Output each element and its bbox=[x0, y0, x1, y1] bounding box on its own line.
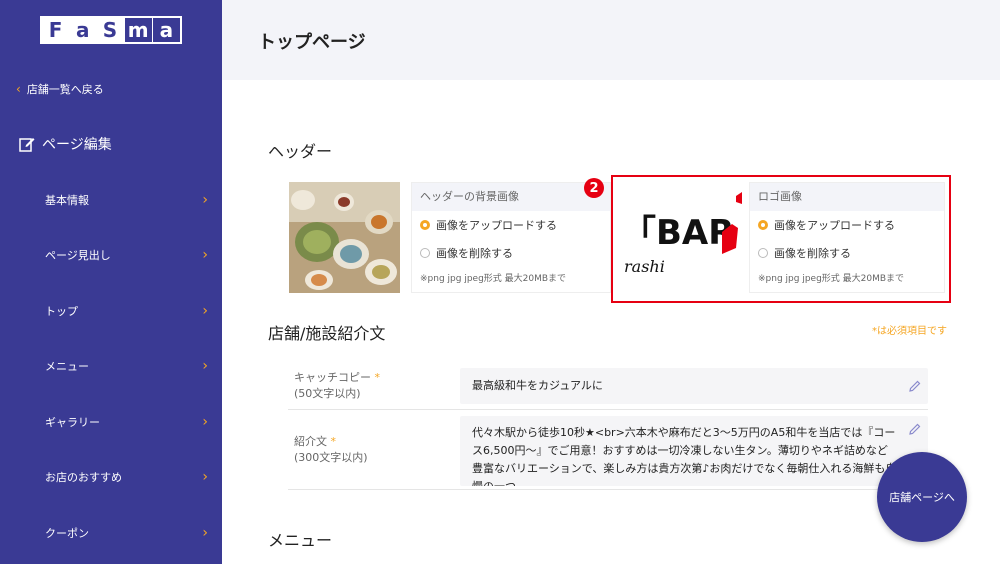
catchcopy-limit: (50文字以内) bbox=[294, 387, 361, 400]
intro-label-group: 紹介文 * (300文字以内) bbox=[294, 434, 368, 466]
pencil-icon[interactable] bbox=[908, 422, 922, 436]
bar-logo-image: 「BAR rashi bbox=[622, 192, 742, 276]
logo-thumbnail: 「BAR rashi bbox=[618, 182, 747, 293]
sidebar-item-label: トップ bbox=[45, 304, 78, 318]
catchcopy-value: 最高級和牛をカジュアルに bbox=[472, 379, 603, 392]
required-note: *は必須項目です bbox=[872, 326, 947, 337]
upload-image-label: 画像をアップロードする bbox=[436, 219, 557, 232]
logo-panel: ロゴ画像 画像をアップロードする 画像を削除する ※png jpg jpeg形式… bbox=[749, 182, 945, 293]
top-bar: トップページ bbox=[222, 0, 1000, 80]
chevron-right-icon: › bbox=[202, 358, 208, 375]
sidebar-item-gallery[interactable]: ギャラリー › bbox=[0, 394, 222, 450]
food-image bbox=[289, 182, 400, 293]
logo-letter: m bbox=[123, 18, 152, 42]
fasma-logo[interactable]: F a S m a bbox=[40, 16, 182, 44]
delete-image-radio[interactable]: 画像を削除する bbox=[412, 239, 610, 267]
sidebar-item-label: お店のおすすめ bbox=[45, 471, 122, 485]
header-section-title: ヘッダー bbox=[268, 142, 333, 161]
chevron-left-icon: ‹ bbox=[16, 82, 21, 96]
header-bg-panel: ヘッダーの背景画像 画像をアップロードする 画像を削除する ※png jpg j… bbox=[411, 182, 611, 293]
sidebar-item-recommend[interactable]: お店のおすすめ › bbox=[0, 450, 222, 506]
chevron-right-icon: › bbox=[202, 469, 208, 486]
logo-letter: S bbox=[96, 18, 124, 42]
store-page-button-label: 店舗ページへ bbox=[889, 491, 955, 504]
chevron-right-icon: › bbox=[202, 413, 208, 430]
catchcopy-label-group: キャッチコピー * (50文字以内) bbox=[294, 370, 380, 402]
pencil-icon[interactable] bbox=[908, 379, 922, 393]
store-section-title: 店舗/施設紹介文 bbox=[268, 324, 386, 343]
logo-letter: a bbox=[69, 18, 97, 42]
logo-main-text: 「BAR bbox=[622, 213, 734, 253]
logo-upload-radio[interactable]: 画像をアップロードする bbox=[750, 211, 944, 239]
intro-limit: (300文字以内) bbox=[294, 451, 368, 464]
file-format-note: ※png jpg jpeg形式 最大20MBまで bbox=[420, 274, 567, 284]
logo-delete-label: 画像を削除する bbox=[774, 247, 851, 260]
logo-letter: a bbox=[151, 18, 180, 42]
catchcopy-label: キャッチコピー bbox=[294, 371, 371, 384]
intro-row: 紹介文 * (300文字以内) 代々木駅から徒歩10秒★<br>六本木や麻布だと… bbox=[288, 412, 928, 490]
sidebar-item-label: クーポン bbox=[45, 526, 89, 540]
step-badge: 2 bbox=[584, 178, 604, 198]
sidebar-item-page-heading[interactable]: ページ見出し › bbox=[0, 228, 222, 284]
page-edit-heading: ページ編集 bbox=[18, 134, 112, 154]
sidebar-item-label: ギャラリー bbox=[45, 415, 100, 429]
chevron-right-icon: › bbox=[202, 191, 208, 208]
sidebar-nav: 基本情報 › ページ見出し › トップ › メニュー › ギャラリー › お店の… bbox=[0, 172, 222, 561]
logo-letter: F bbox=[42, 18, 70, 42]
required-star: * bbox=[330, 435, 337, 448]
sidebar-item-label: 基本情報 bbox=[45, 193, 89, 207]
sidebar-item-coupon[interactable]: クーポン › bbox=[0, 505, 222, 561]
header-bg-thumbnail bbox=[289, 182, 400, 293]
menu-section-title: メニュー bbox=[268, 531, 333, 550]
page-edit-label: ページ編集 bbox=[42, 137, 112, 153]
sidebar-item-label: メニュー bbox=[45, 360, 89, 374]
catchcopy-field[interactable]: 最高級和牛をカジュアルに bbox=[460, 368, 928, 404]
radio-selected bbox=[758, 220, 768, 230]
logo-sub-text: rashi bbox=[624, 257, 665, 276]
upload-image-radio[interactable]: 画像をアップロードする bbox=[412, 211, 610, 239]
page-title: トップページ bbox=[258, 32, 366, 53]
sidebar-item-label: ページ見出し bbox=[45, 249, 111, 263]
logo-file-format-note: ※png jpg jpeg形式 最大20MBまで bbox=[758, 274, 905, 284]
radio-unselected bbox=[758, 248, 768, 258]
header-bg-title: ヘッダーの背景画像 bbox=[412, 183, 610, 211]
back-link-label: 店舗一覧へ戻る bbox=[26, 83, 104, 96]
chevron-right-icon: › bbox=[202, 247, 208, 264]
chevron-right-icon: › bbox=[202, 302, 208, 319]
logo-upload-label: 画像をアップロードする bbox=[774, 219, 895, 232]
required-star: * bbox=[374, 371, 381, 384]
edit-icon bbox=[19, 138, 35, 152]
sidebar-item-menu[interactable]: メニュー › bbox=[0, 339, 222, 395]
radio-selected bbox=[420, 220, 430, 230]
sidebar: F a S m a ‹ 店舗一覧へ戻る ページ編集 基本情報 › ページ見出し … bbox=[0, 0, 222, 564]
sidebar-item-top[interactable]: トップ › bbox=[0, 283, 222, 339]
delete-image-label: 画像を削除する bbox=[436, 247, 513, 260]
sidebar-item-basic-info[interactable]: 基本情報 › bbox=[0, 172, 222, 228]
radio-unselected bbox=[420, 248, 430, 258]
store-page-button[interactable]: 店舗ページへ bbox=[877, 452, 967, 542]
catchcopy-row: キャッチコピー * (50文字以内) 最高級和牛をカジュアルに bbox=[288, 362, 928, 410]
intro-textarea[interactable]: 代々木駅から徒歩10秒★<br>六本木や麻布だと3〜5万円のA5和牛を当店では『… bbox=[460, 416, 928, 486]
logo-panel-title: ロゴ画像 bbox=[750, 183, 944, 211]
chevron-right-icon: › bbox=[202, 524, 208, 541]
intro-value: 代々木駅から徒歩10秒★<br>六本木や麻布だと3〜5万円のA5和牛を当店では『… bbox=[472, 426, 896, 486]
intro-label: 紹介文 bbox=[294, 435, 327, 448]
back-to-store-list-link[interactable]: ‹ 店舗一覧へ戻る bbox=[16, 81, 104, 97]
logo-delete-radio[interactable]: 画像を削除する bbox=[750, 239, 944, 267]
